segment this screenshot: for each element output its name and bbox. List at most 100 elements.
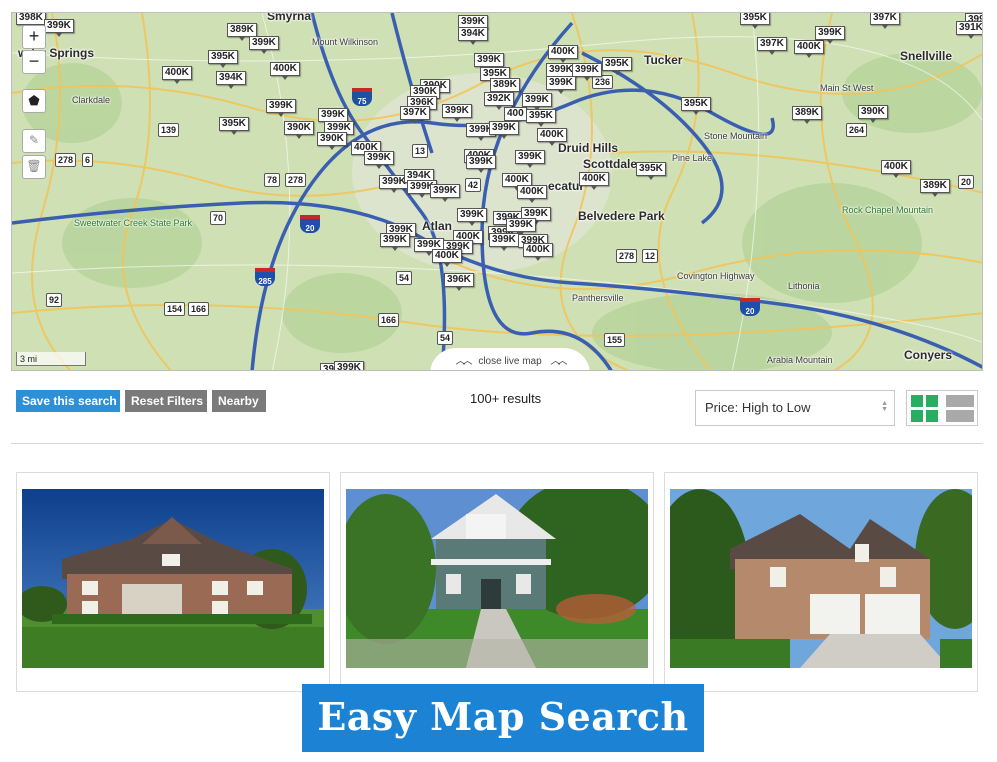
route-shield: 12 bbox=[642, 249, 659, 263]
price-pin[interactable]: 399K bbox=[489, 233, 519, 251]
listing-photo[interactable] bbox=[22, 489, 324, 668]
price-pin[interactable]: 395K bbox=[602, 57, 632, 75]
price-pin[interactable]: 395K bbox=[219, 117, 249, 135]
price-pin[interactable]: 399K bbox=[442, 104, 472, 122]
close-live-map-toggle[interactable]: ︿︿ close live map ︿︿ bbox=[430, 348, 590, 370]
price-pin[interactable]: 399K bbox=[430, 184, 460, 202]
price-pin[interactable]: 399K bbox=[380, 233, 410, 251]
divider bbox=[11, 443, 983, 444]
place-label: Smyrna bbox=[267, 12, 312, 23]
save-search-button[interactable]: Save this search bbox=[16, 390, 120, 412]
price-pin[interactable]: 389K bbox=[490, 78, 520, 96]
price-pin[interactable]: 397K bbox=[757, 37, 787, 55]
price-pin[interactable]: 400K bbox=[523, 243, 553, 261]
price-pin[interactable]: 399K bbox=[572, 63, 602, 81]
listing-photo[interactable] bbox=[670, 489, 972, 668]
place-label: Mount Wilkinson bbox=[312, 37, 379, 47]
price-pin[interactable]: 395K bbox=[208, 50, 238, 68]
place-label: Clarkdale bbox=[72, 95, 111, 105]
price-pin[interactable]: 399K bbox=[474, 53, 504, 71]
price-pin[interactable]: 400K bbox=[432, 249, 462, 267]
price-pin[interactable]: 399K bbox=[489, 121, 519, 139]
price-pin[interactable]: 400K bbox=[579, 172, 609, 190]
price-pin[interactable]: 391K bbox=[956, 21, 982, 39]
easy-map-search-banner: Easy Map Search bbox=[302, 684, 704, 752]
price-pin[interactable]: 395K bbox=[636, 162, 666, 180]
price-pin[interactable]: 399K bbox=[515, 150, 545, 168]
price-pin[interactable]: 398K bbox=[16, 13, 46, 29]
price-pin[interactable]: 397K bbox=[870, 13, 900, 29]
price-pin[interactable]: 392K bbox=[484, 92, 514, 110]
listing-card[interactable] bbox=[664, 472, 978, 692]
price-pin[interactable]: 399K bbox=[546, 76, 576, 94]
plus-icon: + bbox=[28, 26, 40, 46]
nearby-button[interactable]: Nearby bbox=[212, 390, 266, 412]
sort-select[interactable]: Price: High to Low ▲ ▼ bbox=[695, 390, 895, 426]
listing-photo[interactable] bbox=[346, 489, 648, 668]
price-pin[interactable]: 400K bbox=[537, 128, 567, 146]
price-pin[interactable]: 399K bbox=[815, 26, 845, 44]
interstate-shield: 285 bbox=[255, 268, 275, 286]
minus-icon: − bbox=[28, 51, 40, 71]
place-label: Atlan bbox=[422, 219, 452, 233]
zoom-out-button[interactable]: − bbox=[22, 50, 46, 74]
route-shield: 155 bbox=[604, 333, 626, 347]
results-count: 100+ results bbox=[470, 391, 542, 406]
price-pin[interactable]: 400K bbox=[794, 40, 824, 58]
price-pin[interactable]: 399K bbox=[466, 155, 496, 173]
price-pin[interactable]: 389K bbox=[227, 23, 257, 41]
route-shield: 139 bbox=[158, 123, 180, 137]
price-pin[interactable]: 394K bbox=[458, 27, 488, 45]
price-pin[interactable]: 399K bbox=[522, 93, 552, 111]
price-pin[interactable]: 400K bbox=[548, 45, 578, 63]
price-pin[interactable]: 389K bbox=[792, 106, 822, 124]
trash-icon: 🗑 bbox=[26, 159, 42, 173]
price-pin[interactable]: 390K bbox=[858, 105, 888, 123]
route-shield: 278 bbox=[616, 249, 638, 263]
delete-shape-button[interactable]: 🗑 bbox=[22, 155, 46, 179]
price-pin[interactable]: 399K bbox=[364, 151, 394, 169]
price-pin[interactable]: 390K bbox=[317, 132, 347, 150]
interstate-shield: 75 bbox=[352, 88, 372, 106]
route-shield: 278 bbox=[285, 173, 307, 187]
price-pin[interactable]: 395K bbox=[526, 109, 556, 127]
place-label: Arabia Mountain bbox=[767, 355, 833, 365]
price-pin[interactable]: 395K bbox=[681, 97, 711, 115]
price-pin[interactable]: 394K bbox=[216, 71, 246, 89]
price-pin[interactable]: 399K bbox=[249, 36, 279, 54]
route-shield: 166 bbox=[188, 302, 210, 316]
price-pin[interactable]: 399K bbox=[266, 99, 296, 117]
price-pin[interactable]: 400K bbox=[162, 66, 192, 84]
price-pin[interactable]: 390K bbox=[284, 121, 314, 139]
edit-shape-button[interactable]: ✎ bbox=[22, 129, 46, 153]
draw-polygon-button[interactable]: ⬟ bbox=[22, 89, 46, 113]
grid-view-icon[interactable] bbox=[911, 395, 939, 423]
listing-card[interactable] bbox=[16, 472, 330, 692]
price-pin[interactable]: 399K bbox=[334, 361, 364, 370]
price-pin[interactable]: 395K bbox=[740, 13, 770, 29]
price-pin[interactable]: 397K bbox=[400, 106, 430, 124]
place-label: Rock Chapel Mountain bbox=[842, 205, 934, 215]
edit-icon: ✎ bbox=[28, 133, 40, 147]
route-shield: 78 bbox=[264, 173, 281, 187]
list-view-icon[interactable] bbox=[946, 395, 974, 423]
price-pin[interactable]: 400 bbox=[504, 107, 527, 125]
close-live-map-label: close live map bbox=[478, 356, 542, 367]
place-label: Panthersville bbox=[572, 293, 624, 303]
price-pin[interactable]: 399K bbox=[318, 108, 348, 126]
price-pin[interactable]: 400K bbox=[881, 160, 911, 178]
price-pin[interactable]: 400K bbox=[270, 62, 300, 80]
reset-filters-button[interactable]: Reset Filters bbox=[125, 390, 207, 412]
place-label: Covington Highway bbox=[677, 271, 755, 281]
map-scale: 3 mi bbox=[16, 352, 86, 366]
zoom-in-button[interactable]: + bbox=[22, 25, 46, 49]
price-pin[interactable]: 399K bbox=[506, 218, 536, 236]
price-pin[interactable]: 396K bbox=[444, 273, 474, 291]
price-pin[interactable]: 400K bbox=[517, 185, 547, 203]
place-label: Sweetwater Creek State Park bbox=[74, 218, 193, 228]
price-pin[interactable]: 399K bbox=[457, 208, 487, 226]
price-pin[interactable]: 399K bbox=[44, 19, 74, 37]
listing-card[interactable] bbox=[340, 472, 654, 692]
price-pin[interactable]: 389K bbox=[920, 179, 950, 197]
live-map[interactable]: Smyrna wder Springs Mount Wilkinson Tucker S… bbox=[11, 12, 983, 371]
